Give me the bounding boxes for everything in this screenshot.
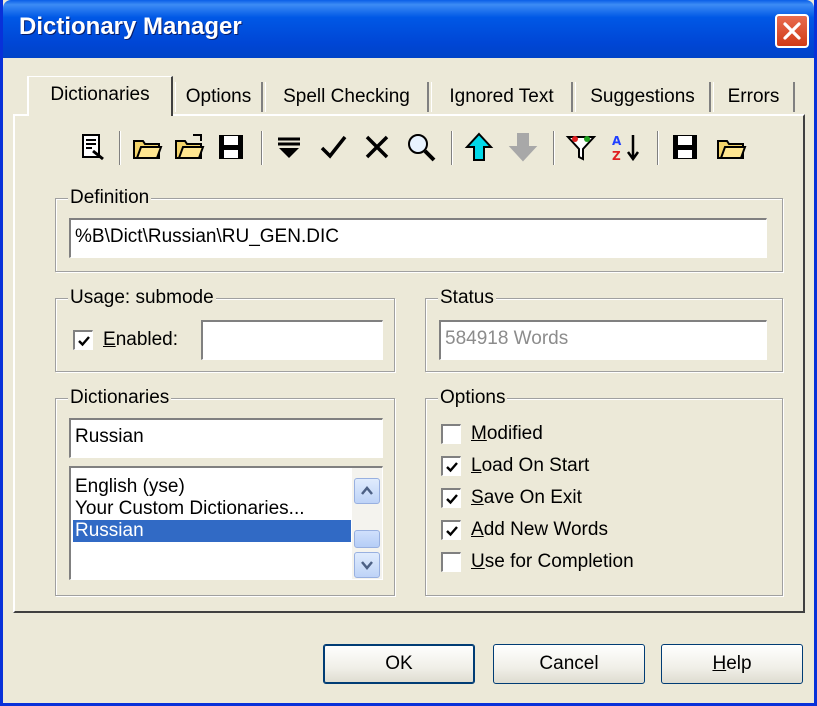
checkmark-icon [77,335,90,346]
save-all-icon [673,135,697,159]
dictionaries-legend: Dictionaries [68,387,172,409]
enabled-checkbox[interactable]: Enabled: [73,327,178,353]
tab-errors[interactable]: Errors [713,82,795,112]
save-icon [219,135,243,159]
enabled-label: nabled: [115,329,179,350]
title-bar[interactable]: Dictionary Manager [3,0,814,58]
check-icon [320,135,347,159]
find-icon [408,134,436,162]
scroll-thumb[interactable] [354,530,380,548]
tab-ignored-text[interactable]: Ignored Text [431,82,573,112]
close-button[interactable] [775,14,809,48]
move-down-button [505,125,541,169]
modified-checkbox[interactable]: Modified [441,421,543,447]
open-file-button[interactable] [713,125,749,169]
window-title: Dictionary Manager [19,13,242,40]
options-legend: Options [438,387,508,409]
find-button[interactable] [403,125,439,169]
load-on-start-checkbox[interactable]: Load On Start [441,453,589,479]
tab-dictionaries[interactable]: Dictionaries [27,76,173,116]
move-up-button[interactable] [461,125,497,169]
tab-options[interactable]: Options [175,82,263,112]
checkmark-icon [445,493,458,504]
svg-text:A: A [612,134,622,148]
delete-icon [365,135,389,159]
definition-input[interactable]: %B\Dict\Russian\RU_GEN.DIC [69,218,767,258]
tab-strip: Dictionaries Options Spell Checking Igno… [3,58,814,116]
move-down-icon [508,133,538,162]
ok-button[interactable]: OK [323,644,475,684]
cancel-button[interactable]: Cancel [493,644,645,684]
open-file-icon [717,140,747,159]
check-button[interactable] [315,125,351,169]
chevron-up-icon [361,486,373,495]
tab-suggestions[interactable]: Suggestions [575,82,711,112]
status-field: 584918 Words [439,320,767,360]
listbox-scrollbar[interactable] [352,468,382,579]
submode-input[interactable] [201,320,383,360]
open-alt-button[interactable] [171,125,207,169]
properties-button[interactable] [75,125,111,169]
tab-spell-checking[interactable]: Spell Checking [265,82,429,112]
dictionaries-listbox[interactable]: English (yse) Your Custom Dictionaries..… [69,466,383,580]
save-button[interactable] [213,125,249,169]
svg-text:Z: Z [612,149,621,163]
enabled-label-key: E [103,329,116,350]
filter-icon [565,136,597,161]
sort-button[interactable]: AZ [607,125,643,169]
list-item[interactable]: Your Custom Dictionaries... [73,498,305,520]
sort-az-icon: AZ [612,134,640,163]
use-for-completion-checkbox[interactable]: Use for Completion [441,549,634,575]
help-button[interactable]: Help [661,644,803,684]
delete-button[interactable] [359,125,395,169]
dictionary-name-input[interactable]: Russian [69,418,383,458]
dictionary-manager-window: Dictionary Manager Dictionaries Options … [0,0,817,706]
list-item-selected[interactable]: Russian [73,520,351,542]
usage-legend: Usage: submode [68,287,216,309]
filter-button[interactable] [563,125,599,169]
scroll-up-button[interactable] [354,478,380,504]
definition-legend: Definition [68,187,152,209]
scroll-down-button[interactable] [354,552,380,578]
save-all-button[interactable] [667,125,703,169]
chevron-down-icon [361,561,373,570]
move-up-icon [464,132,494,161]
save-on-exit-checkbox[interactable]: Save On Exit [441,485,582,511]
list-item[interactable]: English (yse) [73,476,185,498]
open-folder-icon [133,140,163,159]
insert-button[interactable] [271,125,307,169]
add-new-words-checkbox[interactable]: Add New Words [441,517,608,543]
checkmark-icon [445,461,458,472]
insert-icon [278,137,300,158]
toolbar: AZ [53,125,803,175]
checkmark-icon [445,525,458,536]
properties-icon [82,134,104,161]
close-icon [783,22,801,40]
open-folder-alt-icon [175,134,205,159]
status-legend: Status [438,287,496,309]
open-button[interactable] [129,125,165,169]
